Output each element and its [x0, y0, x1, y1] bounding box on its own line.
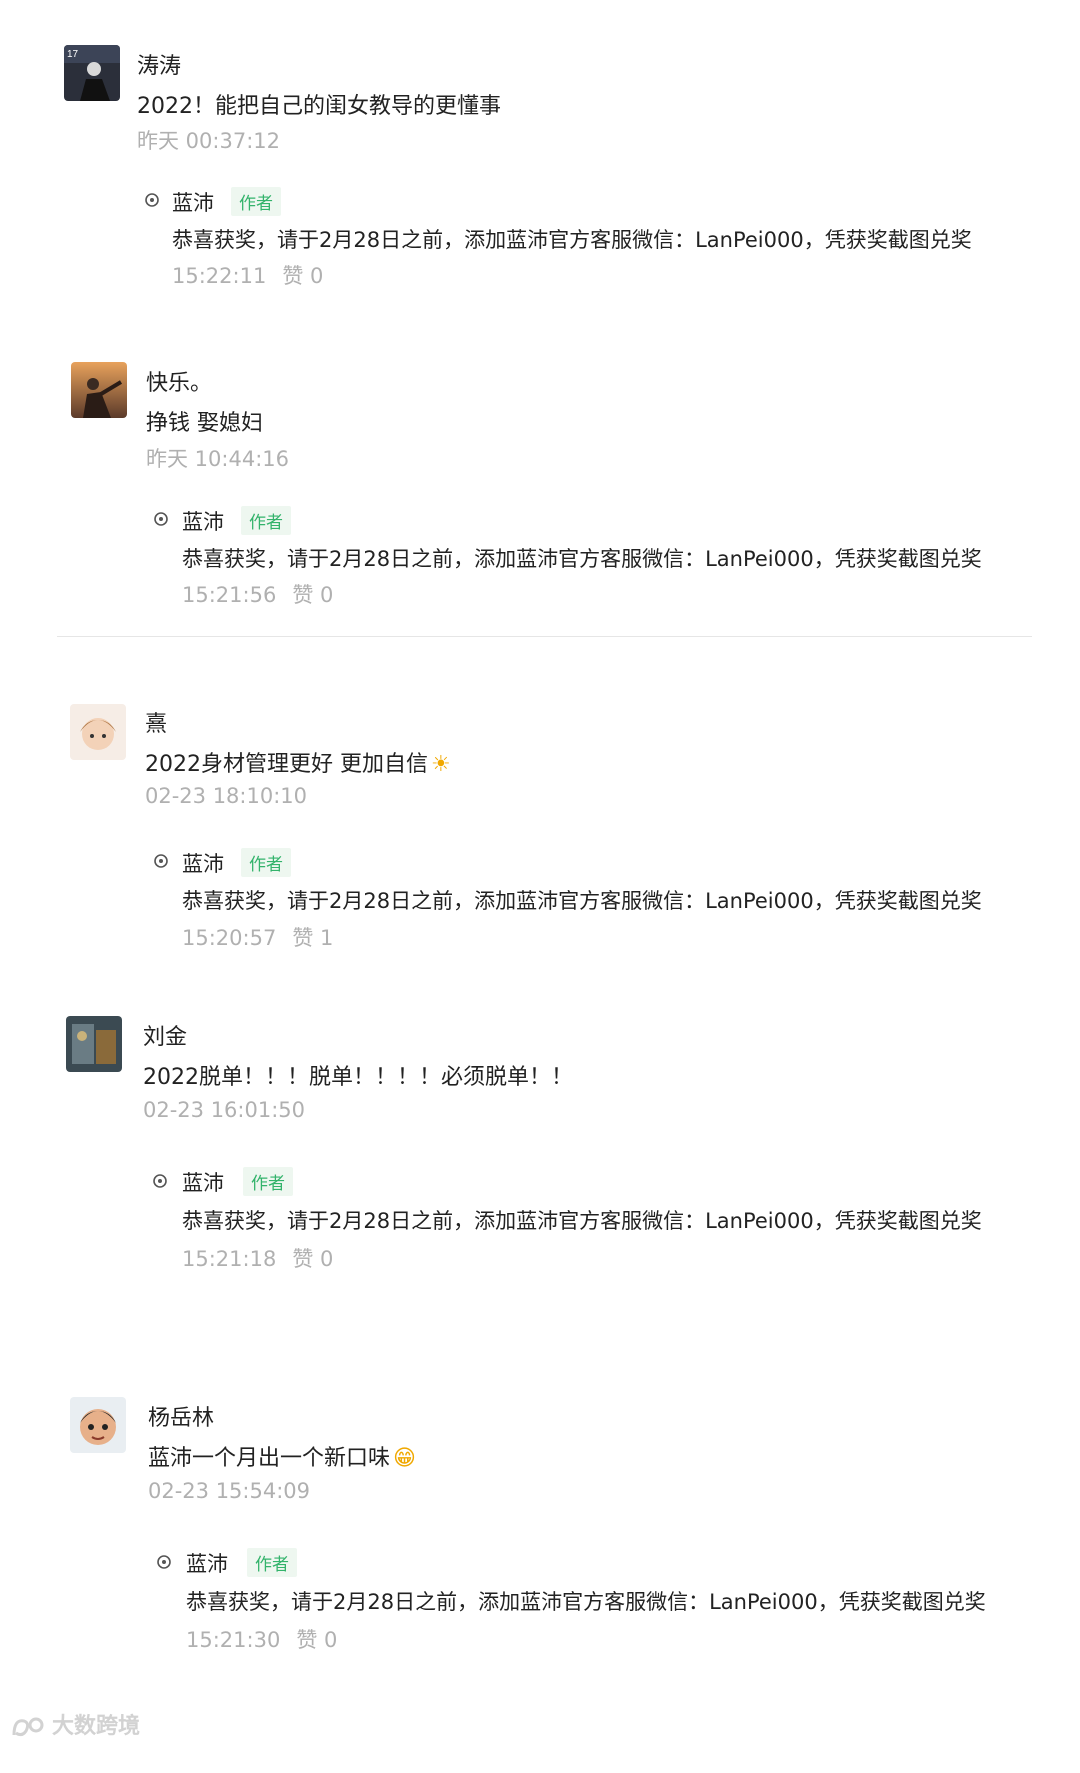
comment-author: 快乐。: [146, 371, 213, 396]
comment-text: 2022脱单！！！脱单！！！！必须脱单！！: [143, 1065, 573, 1090]
reply-text: 恭喜获奖，请于2月28日之前，添加蓝沛官方客服微信：LanPei000，凭获奖截…: [182, 889, 982, 913]
reply-text: 恭喜获奖，请于2月28日之前，添加蓝沛官方客服微信：LanPei000，凭获奖截…: [182, 547, 982, 571]
reply-icon: [153, 1174, 167, 1188]
like-button[interactable]: 赞 1: [292, 926, 333, 950]
like-button[interactable]: 赞 0: [292, 1247, 333, 1271]
comment-text: 2022！能把自己的闺女教导的更懂事: [137, 94, 501, 119]
reply-author: 蓝沛: [182, 510, 224, 534]
reply-meta: 15:20:57 赞 1: [182, 922, 333, 952]
comment-author: 熹: [145, 712, 168, 737]
comment-time: 昨天 10:44:16: [146, 447, 289, 471]
comment-text-body: 2022身材管理更好 更加自信: [145, 752, 428, 777]
like-button[interactable]: 赞 0: [282, 264, 323, 288]
reply-meta: 15:21:30 赞 0: [186, 1624, 337, 1654]
reply-meta: 15:21:18 赞 0: [182, 1243, 333, 1273]
comment-author: 涛涛: [137, 54, 182, 79]
svg-text:17: 17: [67, 49, 79, 60]
avatar[interactable]: [66, 1016, 122, 1072]
comment-author: 刘金: [143, 1025, 188, 1050]
reply-time: 15:22:11: [172, 264, 267, 288]
sun-emoji-icon: ☀: [430, 752, 451, 777]
reply-text: 恭喜获奖，请于2月28日之前，添加蓝沛官方客服微信：LanPei000，凭获奖截…: [172, 228, 972, 252]
grin-emoji-icon: 😁: [393, 1446, 416, 1471]
comment-time: 02-23 18:10:10: [145, 784, 308, 808]
reply-time: 15:21:18: [182, 1247, 277, 1271]
avatar[interactable]: [71, 362, 127, 418]
avatar[interactable]: [70, 704, 126, 760]
divider: [57, 636, 1032, 637]
reply-icon: [154, 512, 168, 526]
reply-meta: 15:21:56 赞 0: [182, 579, 333, 609]
reply-author: 蓝沛: [182, 1171, 224, 1195]
reply-author: 蓝沛: [182, 852, 224, 876]
reply-text: 恭喜获奖，请于2月28日之前，添加蓝沛官方客服微信：LanPei000，凭获奖截…: [182, 1209, 982, 1233]
comment-text-body: 蓝沛一个月出一个新口味: [148, 1446, 391, 1471]
avatar[interactable]: 17: [64, 45, 120, 101]
reply-icon: [145, 193, 159, 207]
author-badge: 作者: [231, 187, 281, 216]
like-button[interactable]: 赞 0: [292, 583, 333, 607]
watermark-logo-icon: [12, 1717, 44, 1737]
author-badge: 作者: [247, 1548, 297, 1577]
comment-author: 杨岳林: [148, 1406, 215, 1431]
reply-time: 15:21:30: [186, 1628, 281, 1652]
comment-text: 蓝沛一个月出一个新口味 😁: [148, 1440, 416, 1472]
comment-text: 2022身材管理更好 更加自信 ☀: [145, 746, 451, 778]
comment-time: 02-23 16:01:50: [143, 1098, 306, 1122]
reply-text: 恭喜获奖，请于2月28日之前，添加蓝沛官方客服微信：LanPei000，凭获奖截…: [186, 1590, 986, 1614]
watermark-text: 大数跨境: [52, 1714, 141, 1739]
author-badge: 作者: [241, 506, 291, 535]
author-badge: 作者: [241, 848, 291, 877]
comment-time: 昨天 00:37:12: [137, 129, 280, 153]
like-button[interactable]: 赞 0: [296, 1628, 337, 1652]
avatar[interactable]: [70, 1397, 126, 1453]
reply-time: 15:20:57: [182, 926, 277, 950]
author-badge: 作者: [243, 1167, 293, 1196]
comment-time: 02-23 15:54:09: [148, 1479, 311, 1503]
watermark: 大数跨境: [10, 1708, 140, 1740]
reply-author: 蓝沛: [172, 191, 214, 215]
reply-meta: 15:22:11 赞 0: [172, 260, 323, 290]
reply-icon: [154, 854, 168, 868]
comment-text: 挣钱 娶媳妇: [146, 411, 263, 436]
reply-icon: [157, 1555, 171, 1569]
reply-time: 15:21:56: [182, 583, 277, 607]
reply-author: 蓝沛: [186, 1552, 228, 1576]
